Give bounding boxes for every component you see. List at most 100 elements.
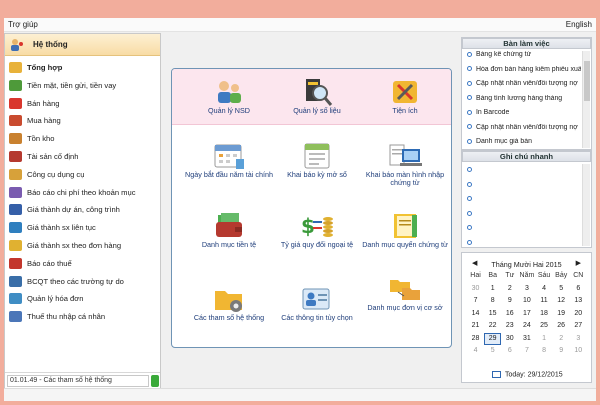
sidebar-item[interactable]: Thuế thu nhập cá nhân	[5, 308, 160, 326]
sidebar-item[interactable]: Giá thành dự án, công trình	[5, 201, 160, 219]
calendar-day[interactable]: 30	[467, 283, 484, 296]
tile-base-units[interactable]: Danh mục đơn vị cơ sở	[360, 274, 450, 312]
tile-data-management[interactable]: Quản lý số liệu	[272, 77, 362, 115]
workspace-item[interactable]: Bảng tính lương hàng tháng	[464, 95, 581, 110]
calendar-day[interactable]: 3	[518, 283, 535, 296]
calendar-day[interactable]: 12	[553, 295, 570, 308]
today-icon	[492, 371, 501, 378]
calendar-day[interactable]: 5	[553, 283, 570, 296]
tile-user-management[interactable]: Quản lý NSD	[184, 77, 274, 115]
calendar-day[interactable]: 6	[570, 283, 587, 296]
sidebar-item[interactable]: Tài sản cố định	[5, 148, 160, 166]
sidebar-item[interactable]: BCQT theo các trường tự do	[5, 273, 160, 291]
sidebar-item[interactable]: Tồn kho	[5, 130, 160, 148]
sidebar-item[interactable]: Báo cáo thuế	[5, 255, 160, 273]
quick-note-item[interactable]	[464, 223, 476, 238]
calendar-day[interactable]: 18	[536, 308, 553, 321]
calendar-day[interactable]: 30	[501, 333, 518, 346]
calendar-day[interactable]: 7	[518, 345, 535, 358]
calendar-week-row: 4 5 6 7 8 9 10	[467, 345, 587, 358]
menu-help[interactable]: Trợ giúp	[8, 20, 38, 29]
folder-gear-icon	[215, 291, 242, 312]
tile-input-screen-config[interactable]: Khai báo màn hình nhập chứng từ	[360, 141, 450, 187]
workspace-item[interactable]: Hóa đơn bán hàng kiêm phiếu xuất	[464, 66, 581, 81]
tile-label: Quản lý NSD	[208, 106, 250, 115]
calendar-day[interactable]: 1	[536, 333, 553, 346]
calendar-day[interactable]: 25	[536, 320, 553, 333]
calendar-day[interactable]: 1	[484, 283, 501, 296]
sidebar-item[interactable]: Quản lý hóa đơn	[5, 290, 160, 308]
calendar-day[interactable]: 21	[467, 320, 484, 333]
tile-utilities[interactable]: Tiện ích	[360, 77, 450, 115]
sidebar-item[interactable]: Mua hàng	[5, 112, 160, 130]
calendar-day[interactable]: 10	[570, 345, 587, 358]
tile-open-period[interactable]: Khai báo kỳ mở sổ	[272, 141, 362, 179]
sidebar-item[interactable]: Giá thành sx theo đơn hàng	[5, 237, 160, 255]
calendar-day[interactable]: 16	[501, 308, 518, 321]
workspace-item-label: Cập nhật nhân viên/đối tượng nợ	[476, 80, 578, 87]
tile-options[interactable]: Các thông tin tùy chọn	[272, 284, 362, 322]
calendar-day[interactable]: 7	[467, 295, 484, 308]
sidebar-header-system[interactable]: Hệ thống	[5, 34, 160, 56]
sidebar-item-label: Giá thành sx theo đơn hàng	[27, 240, 122, 250]
tile-exchange-rate[interactable]: $ Tỷ giá quy đổi ngoại tệ	[272, 211, 362, 249]
quick-note-item[interactable]	[464, 209, 476, 224]
tile-system-parameters[interactable]: Các tham số hệ thống	[184, 284, 274, 322]
calendar-day[interactable]: 15	[484, 308, 501, 321]
calendar-day[interactable]: 20	[570, 308, 587, 321]
language-switch[interactable]: English	[566, 20, 592, 29]
quick-note-item[interactable]	[464, 238, 476, 253]
sidebar-item[interactable]: Tổng hợp	[5, 59, 160, 77]
sidebar-item-label: Công cụ dụng cụ	[27, 169, 85, 179]
quick-note-item[interactable]	[464, 180, 476, 195]
calendar-day[interactable]: 8	[484, 295, 501, 308]
calendar-day[interactable]: 4	[467, 345, 484, 358]
calendar-day[interactable]: 26	[553, 320, 570, 333]
workspace-scrollbar[interactable]	[582, 51, 590, 148]
calendar-day[interactable]: 8	[536, 345, 553, 358]
calendar-today[interactable]: Today: 29/12/2015	[492, 371, 563, 378]
calendar-day[interactable]: 6	[501, 345, 518, 358]
calendar-day[interactable]: 11	[536, 295, 553, 308]
calendar-day[interactable]: 24	[518, 320, 535, 333]
quick-note-item[interactable]	[464, 194, 476, 209]
calendar-day[interactable]: 5	[484, 345, 501, 358]
calendar-day[interactable]: 2	[501, 283, 518, 296]
sidebar-item[interactable]: Báo cáo chi phí theo khoản mục	[5, 184, 160, 202]
calendar-day[interactable]: 10	[518, 295, 535, 308]
calendar-day[interactable]: 19	[553, 308, 570, 321]
tile-document-books[interactable]: Danh mục quyển chứng từ	[360, 211, 450, 249]
calendar-day[interactable]: 13	[570, 295, 587, 308]
calendar-day[interactable]: 9	[553, 345, 570, 358]
sidebar-item[interactable]: Tiền mặt, tiền gửi, tiền vay	[5, 77, 160, 95]
function-code-field[interactable]: 01.01.49 - Các tham số hệ thống	[7, 375, 149, 387]
calendar-day[interactable]: 4	[536, 283, 553, 296]
calendar-day[interactable]: 27	[570, 320, 587, 333]
calendar-day[interactable]: 22	[484, 320, 501, 333]
scroll-thumb[interactable]	[584, 61, 590, 101]
sidebar-item[interactable]: Công cụ dụng cụ	[5, 166, 160, 184]
sidebar-item[interactable]: Giá thành sx liên tục	[5, 219, 160, 237]
calendar-day[interactable]: 17	[518, 308, 535, 321]
calendar-day[interactable]: 9	[501, 295, 518, 308]
quick-note-item[interactable]	[464, 165, 476, 180]
tile-currency-list[interactable]: Danh mục tiền tệ	[184, 211, 274, 249]
tile-fiscal-year-start[interactable]: Ngày bắt đầu năm tài chính	[184, 141, 274, 179]
go-button[interactable]	[151, 375, 159, 387]
calendar-day[interactable]: 14	[467, 308, 484, 321]
workspace-item[interactable]: Cập nhật nhân viên/đối tượng nợ	[464, 124, 581, 139]
calendar-day[interactable]: 2	[553, 333, 570, 346]
system-users-icon	[11, 39, 23, 51]
workspace-item[interactable]: Bảng kê chứng từ	[464, 51, 581, 66]
workspace-item[interactable]: In Barcode	[464, 109, 581, 124]
calendar-day[interactable]: 29	[484, 332, 502, 345]
module-icon	[9, 62, 22, 73]
quick-notes-scrollbar[interactable]	[582, 164, 590, 246]
calendar-day[interactable]: 3	[570, 333, 587, 346]
workspace-item[interactable]: Cập nhật nhân viên/đối tượng nợ	[464, 80, 581, 95]
calendar-day[interactable]: 31	[518, 333, 535, 346]
calendar-next-button[interactable]: ▶	[576, 259, 581, 267]
calendar-day[interactable]: 23	[501, 320, 518, 333]
calendar-day[interactable]: 28	[467, 333, 484, 346]
sidebar-item[interactable]: Bán hàng	[5, 95, 160, 113]
